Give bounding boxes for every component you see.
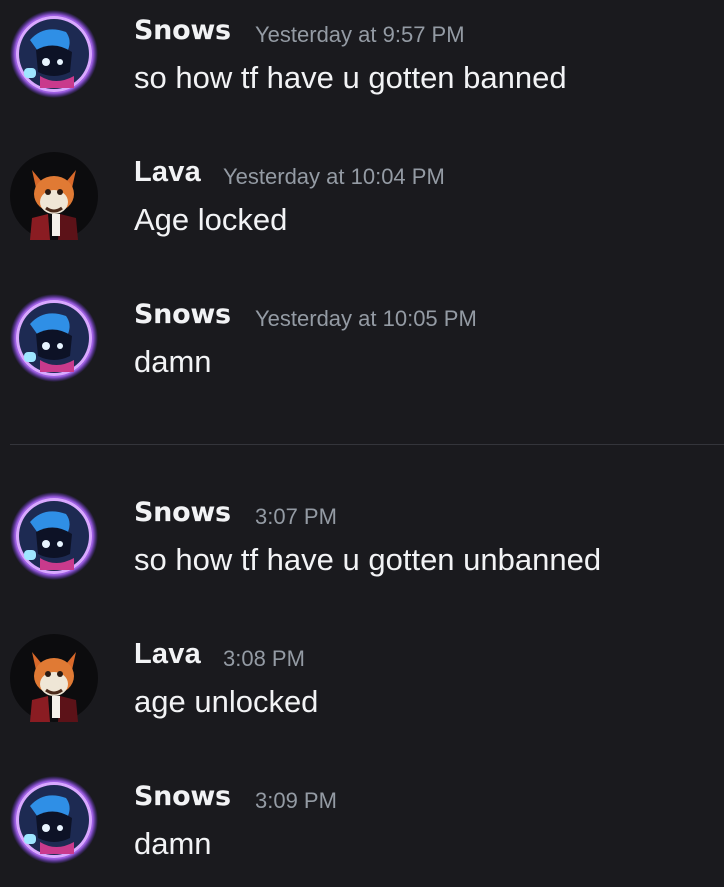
author-name[interactable]: Lava — [134, 156, 201, 189]
message: Lava Yesterday at 10:04 PM Age locked — [0, 142, 724, 262]
message: Lava 3:08 PM age unlocked — [0, 624, 724, 744]
timestamp[interactable]: 3:07 PM — [255, 504, 337, 530]
author-name[interactable]: Snows — [134, 15, 231, 46]
message: Snows 3:07 PM so how tf have u gotten un… — [0, 482, 724, 602]
timestamp[interactable]: Yesterday at 10:04 PM — [223, 164, 445, 190]
chat-message-list: Snows Yesterday at 9:57 PM so how tf hav… — [0, 0, 724, 887]
message-text: so how tf have u gotten unbanned — [134, 542, 602, 577]
author-name[interactable]: Snows — [134, 299, 231, 330]
snows-avatar[interactable] — [10, 10, 98, 98]
author-name[interactable]: Snows — [134, 781, 231, 812]
timestamp[interactable]: 3:08 PM — [223, 646, 305, 672]
author-name[interactable]: Lava — [134, 638, 201, 671]
message-text: damn — [134, 344, 212, 379]
lava-avatar[interactable] — [10, 152, 98, 240]
message: Snows Yesterday at 10:05 PM damn — [0, 284, 724, 404]
timestamp[interactable]: 3:09 PM — [255, 788, 337, 814]
snows-avatar[interactable] — [10, 294, 98, 382]
author-name[interactable]: Snows — [134, 497, 231, 528]
message: Snows 3:09 PM damn — [0, 766, 724, 886]
snows-avatar[interactable] — [10, 776, 98, 864]
message-text: Age locked — [134, 202, 288, 237]
message-text: age unlocked — [134, 684, 319, 719]
snows-avatar[interactable] — [10, 492, 98, 580]
message-text: so how tf have u gotten banned — [134, 60, 567, 95]
timestamp[interactable]: Yesterday at 10:05 PM — [255, 306, 477, 332]
message-text: damn — [134, 826, 212, 861]
date-divider — [10, 444, 724, 445]
message: Snows Yesterday at 9:57 PM so how tf hav… — [0, 0, 724, 120]
timestamp[interactable]: Yesterday at 9:57 PM — [255, 22, 465, 48]
lava-avatar[interactable] — [10, 634, 98, 722]
